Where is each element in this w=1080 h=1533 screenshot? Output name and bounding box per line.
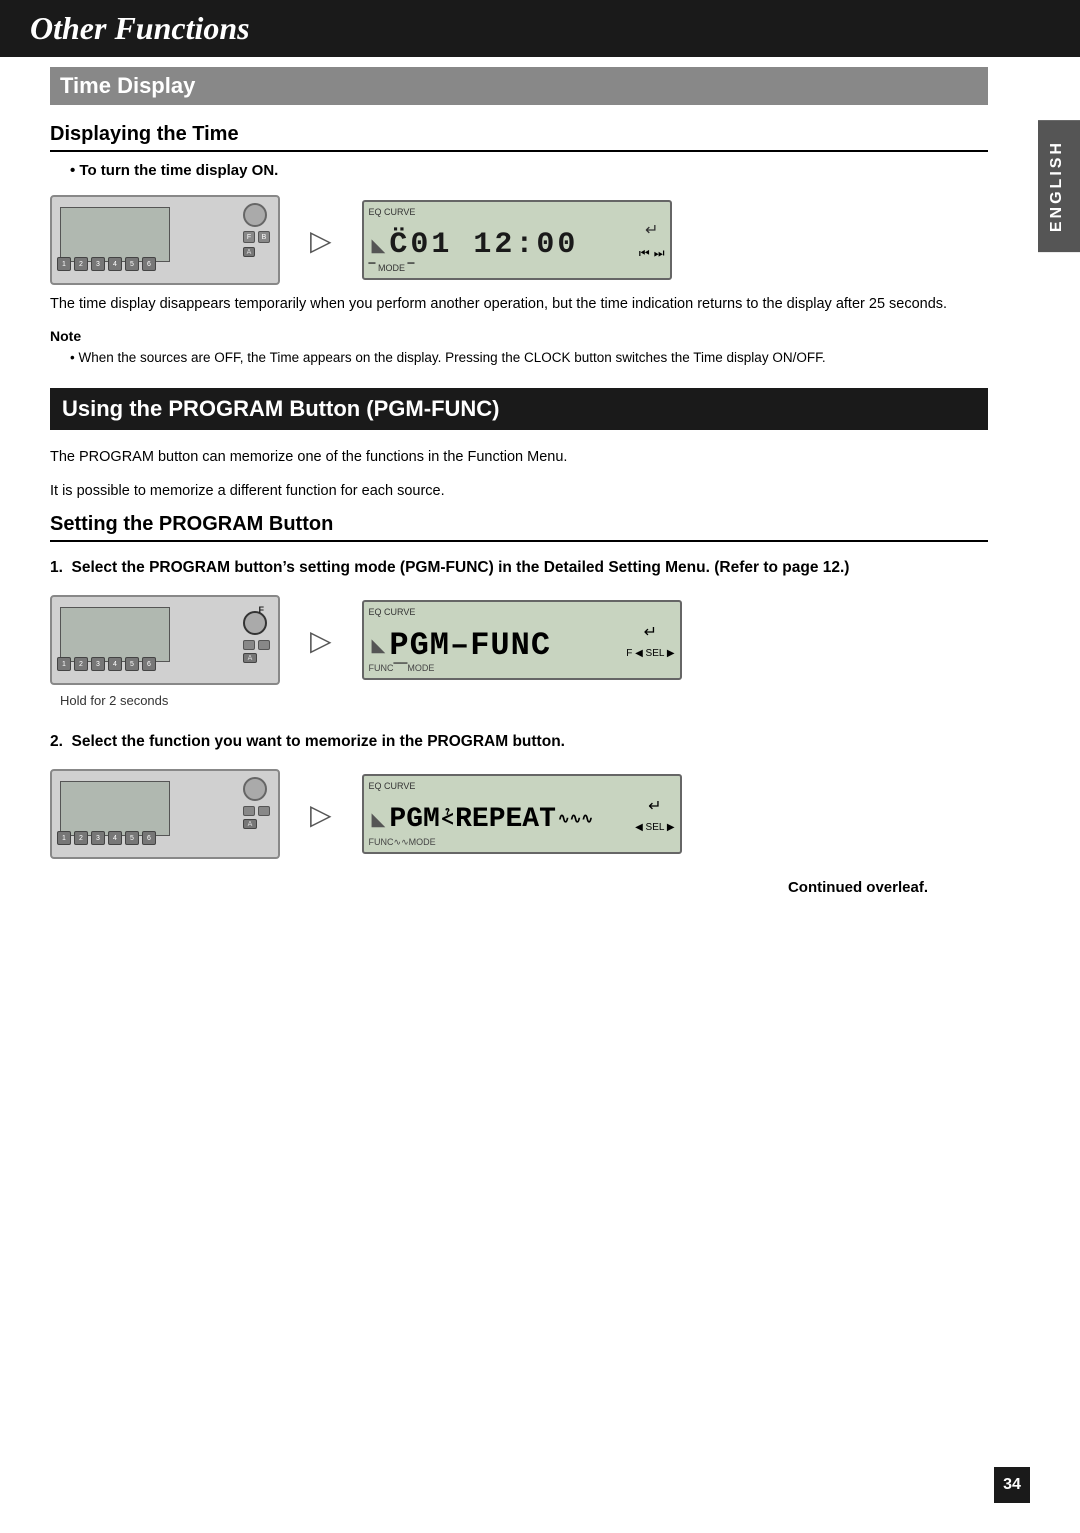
note-title: Note [50, 328, 988, 344]
time-display-section-bar: Time Display [50, 67, 988, 105]
program-section-title: Using the PROGRAM Button (PGM-FUNC) [62, 396, 976, 422]
lcd-eq-curve-3: EQ CURVE [369, 781, 416, 791]
time-display-title: Time Display [60, 73, 978, 99]
lcd-right-3: ↵ ◀ SEL ▶ [635, 796, 674, 833]
program-intro-1: The PROGRAM button can memorize one of t… [50, 446, 988, 469]
program-intro-2: It is possible to memorize a different f… [50, 480, 988, 503]
lcd-repeat-text: PGM ⩻ REPEAT ∿∿∿ [389, 804, 593, 835]
bullet-list: To turn the time display ON. [50, 162, 988, 179]
device-screen-2 [60, 607, 170, 662]
device-num-row-2: 1 2 3 4 5 6 [57, 657, 156, 671]
lcd-right-2: ↵ F ◀ SEL ▶ [626, 622, 674, 659]
step-2-label: 2. Select the function you want to memor… [50, 730, 988, 753]
setting-program-title: Setting the PROGRAM Button [50, 513, 988, 542]
arrow-3: ▷ [310, 798, 332, 831]
device-num-row-3: 1 2 3 4 5 6 [57, 831, 156, 845]
arrow-2: ▷ [310, 624, 332, 657]
arrow-1: ▷ [310, 224, 332, 257]
step-1-caption: Hold for 2 seconds [60, 693, 988, 708]
lcd-time-text: C̈01 12:00 [389, 230, 578, 260]
lcd-display-repeat: EQ CURVE ◣ PGM ⩻ REPEAT ∿∿∿ FUNC∿∿MODE ↵… [362, 774, 682, 854]
lcd-display-pgm: EQ CURVE ◣ PGM–FUNC FUNC▔▔MODE ↵ F ◀ SEL… [362, 600, 682, 680]
step-2-device-row: A 1 2 3 4 5 6 ▷ EQ CURVE ◣ PGM ⩻ REPEAT [50, 769, 988, 859]
device-mockup-3: A 1 2 3 4 5 6 [50, 769, 280, 859]
device-mockup-1: F B A 1 2 3 4 5 6 [50, 195, 280, 285]
lcd-func-mode: FUNC▔▔MODE [369, 663, 435, 674]
page-number: 34 [994, 1467, 1030, 1503]
continued-overleaf: Continued overleaf. [50, 879, 928, 896]
page-title: Other Functions [30, 10, 1050, 47]
device-screen-1 [60, 207, 170, 262]
lcd-eq-curve-2: EQ CURVE [369, 607, 416, 617]
time-display-device-row: F B A 1 2 3 4 5 6 ▷ EQ CURVE ◣ [50, 195, 988, 285]
displaying-time-title: Displaying the Time [50, 123, 988, 152]
lcd-display-1: EQ CURVE ◣ C̈01 12:00 ▔ MODE ▔ ↵ ⏮ ⏭ [362, 200, 672, 280]
bullet-item-1: To turn the time display ON. [70, 162, 988, 179]
side-tab: ENGLISH [1038, 120, 1080, 252]
note-section: Note When the sources are OFF, the Time … [50, 328, 988, 368]
lcd-pgm-text: PGM–FUNC [389, 627, 551, 664]
main-content: Time Display Displaying the Time To turn… [0, 67, 1038, 936]
header-banner: Other Functions [0, 0, 1080, 57]
lcd-right-icons-1: ↵ ⏮ ⏭ [639, 220, 665, 261]
step-1-device-row: F A 1 2 3 4 5 6 ▷ EQ CURVE ◣ [50, 595, 988, 685]
lcd-small-icons-1: EQ CURVE [369, 207, 416, 217]
note-text: When the sources are OFF, the Time appea… [70, 348, 988, 368]
device-num-row-1: 1 2 3 4 5 6 [57, 257, 156, 271]
step-1-label: 1. Select the PROGRAM button’s setting m… [50, 556, 988, 579]
lcd-bottom-1: ▔ MODE ▔ [369, 263, 415, 274]
device-screen-3 [60, 781, 170, 836]
program-section-bar: Using the PROGRAM Button (PGM-FUNC) [50, 388, 988, 430]
lcd-func-mode-2: FUNC∿∿MODE [369, 837, 436, 848]
time-display-body: The time display disappears temporarily … [50, 293, 988, 316]
device-mockup-2: F A 1 2 3 4 5 6 [50, 595, 280, 685]
